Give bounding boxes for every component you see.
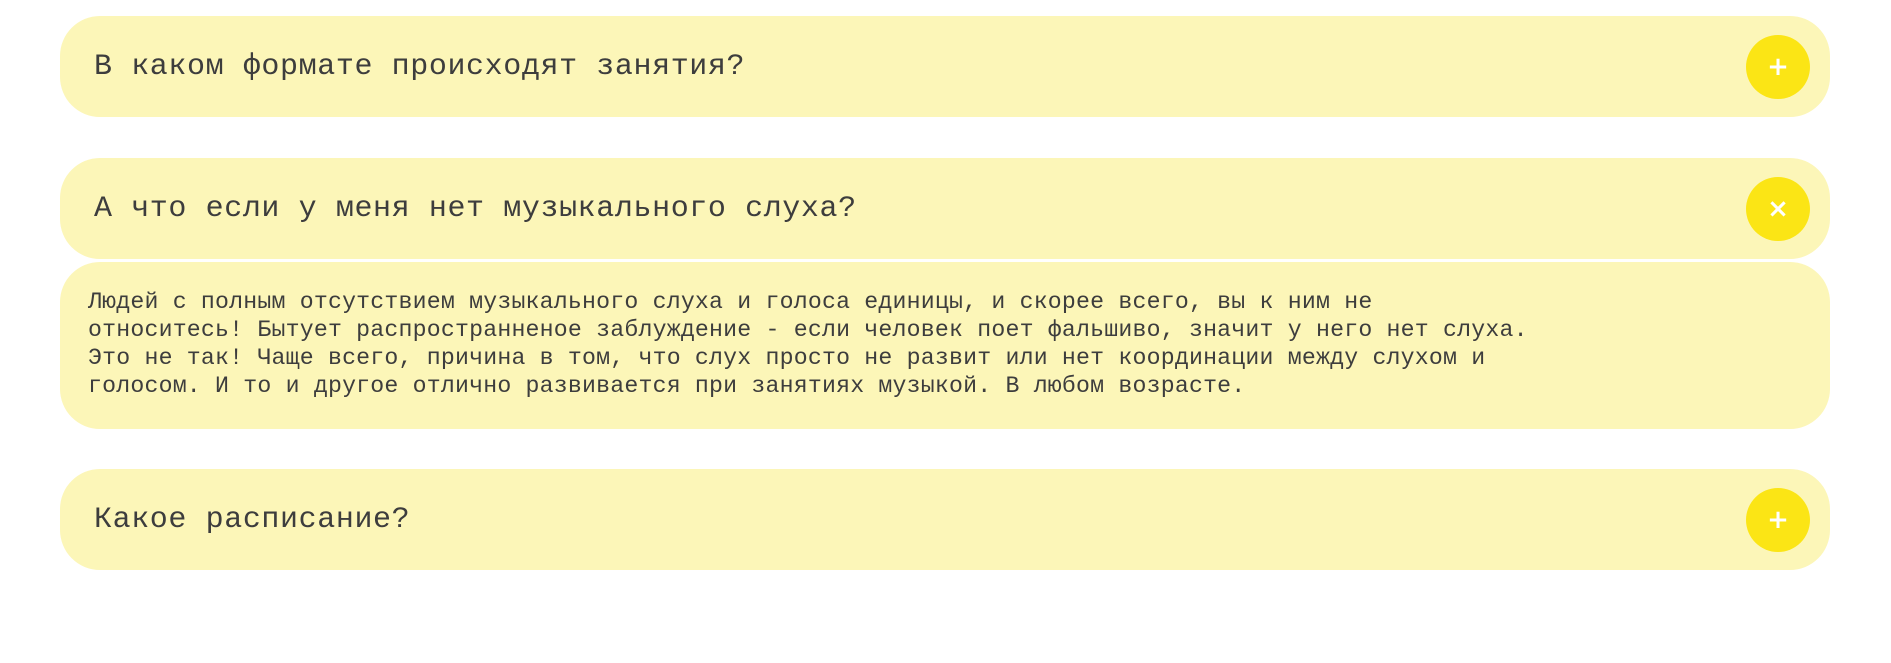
faq-question-header[interactable]: В каком формате происходят занятия? +: [60, 16, 1830, 117]
faq-item: А что если у меня нет музыкального слуха…: [60, 158, 1830, 429]
plus-icon[interactable]: +: [1746, 487, 1810, 552]
faq-answer-panel: Людей с полным отсутствием музыкального …: [60, 262, 1830, 429]
faq-question-text: Какое расписание?: [94, 502, 411, 537]
faq-question-text: В каком формате происходят занятия?: [94, 49, 746, 84]
faq-item: В каком формате происходят занятия? +: [60, 16, 1830, 117]
faq-item: Какое расписание? +: [60, 469, 1830, 570]
close-icon[interactable]: ×: [1746, 176, 1810, 241]
faq-answer-text: Людей с полным отсутствием музыкального …: [88, 289, 1528, 399]
faq-question-header[interactable]: А что если у меня нет музыкального слуха…: [60, 158, 1830, 259]
faq-question-header[interactable]: Какое расписание? +: [60, 469, 1830, 570]
faq-question-text: А что если у меня нет музыкального слуха…: [94, 191, 857, 226]
plus-icon[interactable]: +: [1746, 34, 1810, 99]
